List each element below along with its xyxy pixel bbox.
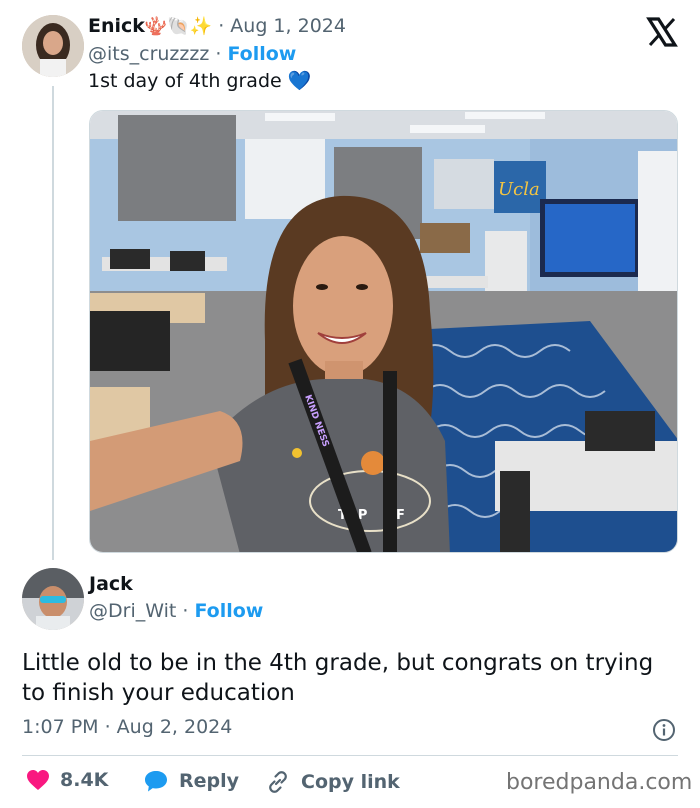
copy-link-label: Copy link xyxy=(301,771,400,793)
watermark: boredpanda.com xyxy=(506,770,693,795)
author-name[interactable]: Enick xyxy=(88,15,145,37)
author-handle[interactable]: @its_cruzzzz xyxy=(88,43,209,65)
like-count: 8.4K xyxy=(60,769,109,791)
author-avatar[interactable] xyxy=(22,15,84,77)
link-icon xyxy=(269,771,287,793)
info-icon[interactable] xyxy=(652,718,676,742)
reply-bubble-icon xyxy=(145,771,167,792)
reply-author-handle[interactable]: @Dri_Wit xyxy=(89,600,176,622)
header-separator: · xyxy=(212,15,231,37)
reply-button[interactable]: Reply xyxy=(143,769,239,793)
actions-divider xyxy=(22,755,678,756)
follow-reply-author-button[interactable]: Follow xyxy=(194,600,263,622)
x-logo-icon[interactable] xyxy=(646,16,678,48)
copy-link-button[interactable]: Copy link xyxy=(265,769,400,795)
post-handle-line: @its_cruzzzz · Follow xyxy=(88,43,296,65)
post-text: 1st day of 4th grade xyxy=(88,70,282,92)
blue-heart-emoji: 💙 xyxy=(287,70,312,92)
follow-author-button[interactable]: Follow xyxy=(227,43,296,65)
post-text-line: 1st day of 4th grade 💙 xyxy=(88,69,311,92)
reply-text: Little old to be in the 4th grade, but c… xyxy=(22,650,654,706)
author-name-emojis: 🪸🐚✨ xyxy=(144,16,213,37)
svg-text:Ucla: Ucla xyxy=(498,179,540,200)
thread-connector-line xyxy=(52,86,54,560)
reply-timestamp[interactable]: 1:07 PM · Aug 2, 2024 xyxy=(22,716,232,738)
reply-author-avatar[interactable] xyxy=(22,568,84,630)
heart-icon xyxy=(27,770,49,790)
reply-handle-separator: · xyxy=(176,600,195,622)
reply-handle-line: @Dri_Wit · Follow xyxy=(89,600,263,622)
like-button[interactable]: 8.4K xyxy=(26,769,108,791)
reply-author-name[interactable]: Jack xyxy=(89,573,133,595)
post-photo[interactable]: Ucla KIND NESS xyxy=(89,110,678,553)
post-date[interactable]: Aug 1, 2024 xyxy=(230,15,346,37)
handle-separator: · xyxy=(209,43,228,65)
post-header: Enick🪸🐚✨ · Aug 1, 2024 xyxy=(88,15,346,37)
reply-label: Reply xyxy=(179,770,240,792)
